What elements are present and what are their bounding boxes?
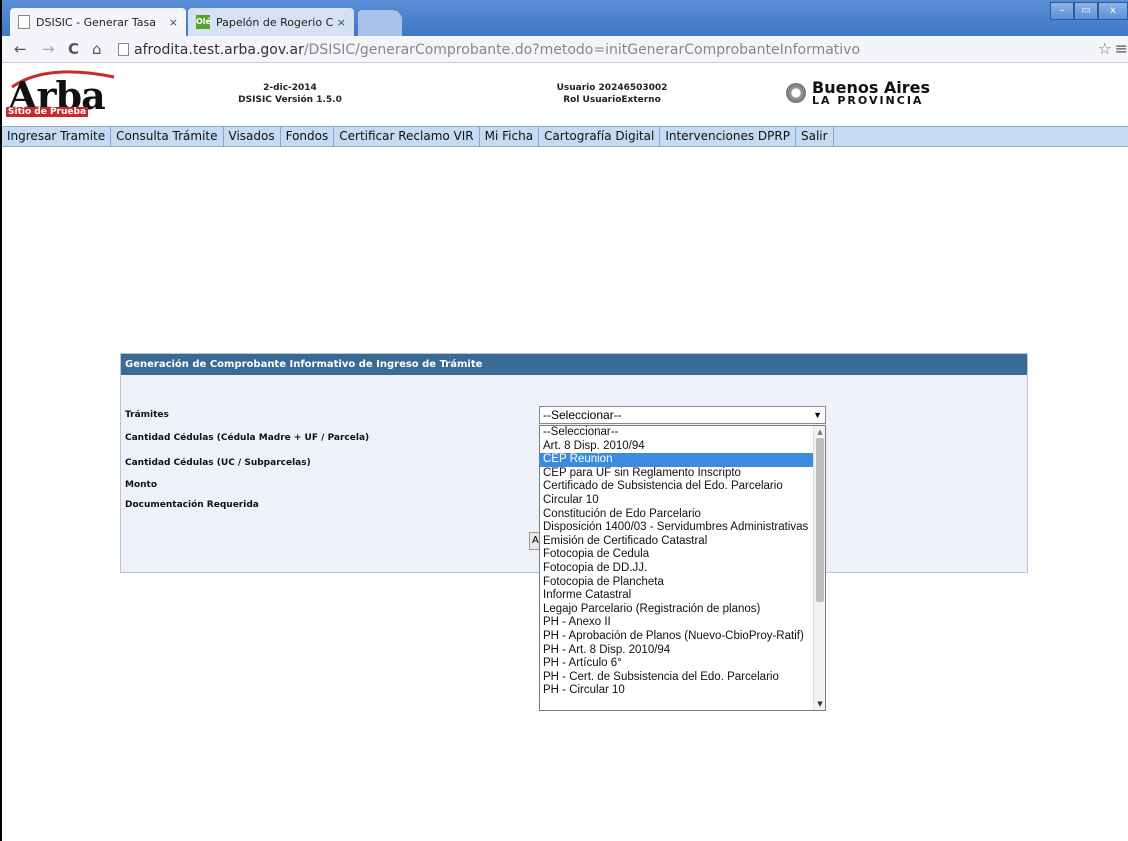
tab-title: DSISIC - Generar Tasa xyxy=(36,15,156,29)
address-bar[interactable]: afrodita.test.arba.gov.ar/DSISIC/generar… xyxy=(118,39,1078,60)
close-tab-icon[interactable]: × xyxy=(337,16,346,29)
window-controls: – ▭ x xyxy=(1050,2,1128,20)
dropdown-option[interactable]: Fotocopia de DD.JJ. xyxy=(540,562,814,576)
tab-ole[interactable]: Olé Papelón de Rogerio Ceni | Ol × xyxy=(188,8,354,36)
site-header: Arba Sitio de Prueba 2-dic-2014 DSISIC V… xyxy=(2,63,1128,126)
header-role: Rol UsuarioExterno xyxy=(563,95,661,105)
tramites-select[interactable]: --Seleccionar-- ▼ xyxy=(539,406,826,424)
header-version: DSISIC Versión 1.5.0 xyxy=(238,95,342,105)
option-list: --Seleccionar-- Art. 8 Disp. 2010/94 CEP R… xyxy=(540,426,814,698)
menu-icon[interactable]: ≡ xyxy=(1115,39,1128,58)
form-title: Generación de Comprobante Informativo de… xyxy=(121,354,1027,375)
header-date: 2-dic-2014 xyxy=(263,83,317,93)
dropdown-option[interactable]: PH - Aprobación de Planos (Nuevo-CbioPro… xyxy=(540,630,814,644)
menu-ingresar-tramite[interactable]: Ingresar Tramite xyxy=(2,127,112,146)
dropdown-scrollbar[interactable]: ▲ ▼ xyxy=(813,426,825,710)
menu-cartografia-digital[interactable]: Cartografía Digital xyxy=(539,127,661,146)
province-shield-icon xyxy=(786,83,806,103)
page-icon xyxy=(118,43,129,56)
scroll-up-icon[interactable]: ▲ xyxy=(814,426,825,438)
label-monto: Monto xyxy=(125,480,158,490)
label-tramites: Trámites xyxy=(125,410,169,420)
logo-subtitle: Sitio de Prueba xyxy=(6,107,89,117)
dropdown-option[interactable]: CEP Reunion xyxy=(540,453,814,467)
header-user: Usuario 20246503002 xyxy=(556,83,668,93)
menu-visados[interactable]: Visados xyxy=(224,127,281,146)
back-icon[interactable]: ← xyxy=(14,40,27,58)
province-subtitle: LA PROVINCIA xyxy=(812,94,924,107)
tab-title: Papelón de Rogerio Ceni | Ol xyxy=(216,15,333,29)
tramites-dropdown: --Seleccionar-- Art. 8 Disp. 2010/94 CEP R… xyxy=(539,425,826,711)
scroll-down-icon[interactable]: ▼ xyxy=(814,698,825,710)
menu-mi-ficha[interactable]: Mi Ficha xyxy=(480,127,540,146)
dropdown-option[interactable]: PH - Anexo II xyxy=(540,616,814,630)
label-documentacion: Documentación Requerida xyxy=(125,500,259,510)
header-user-info: Usuario 20246503002 Rol UsuarioExterno xyxy=(542,82,682,106)
dropdown-option[interactable]: PH - Artículo 6° xyxy=(540,657,814,671)
browser-window: DSISIC - Generar Tasa × Olé Papelón de R… xyxy=(0,0,1128,841)
bookmark-star-icon[interactable]: ☆ xyxy=(1098,39,1112,58)
dropdown-option[interactable]: PH - Art. 8 Disp. 2010/94 xyxy=(540,644,814,658)
dropdown-option[interactable]: Informe Catastral xyxy=(540,589,814,603)
label-cedulas-madre: Cantidad Cédulas (Cédula Madre + UF / Pa… xyxy=(125,433,370,443)
dropdown-option[interactable]: Emisión de Certificado Catastral xyxy=(540,535,814,549)
dropdown-option[interactable]: Fotocopia de Plancheta xyxy=(540,576,814,590)
forward-icon[interactable]: → xyxy=(42,40,55,58)
select-value: --Seleccionar-- xyxy=(543,408,622,422)
home-icon[interactable]: ⌂ xyxy=(92,40,102,58)
dropdown-option[interactable]: Disposición 1400/03 - Servidumbres Admin… xyxy=(540,521,814,535)
dropdown-option[interactable]: Fotocopia de Cedula xyxy=(540,548,814,562)
browser-toolbar: ← → C ⌂ afrodita.test.arba.gov.ar/DSISIC… xyxy=(2,36,1128,63)
dropdown-option[interactable]: PH - Cert. de Subsistencia del Edo. Parc… xyxy=(540,671,814,685)
new-tab-button[interactable] xyxy=(358,10,402,36)
buenos-aires-logo: Buenos Aires LA PROVINCIA xyxy=(786,80,930,106)
dropdown-option[interactable]: --Seleccionar-- xyxy=(540,426,814,440)
dropdown-option[interactable]: Circular 10 xyxy=(540,494,814,508)
dropdown-option[interactable]: CEP para UF sin Reglamento Inscripto xyxy=(540,467,814,481)
dropdown-option[interactable]: Legajo Parcelario (Registración de plano… xyxy=(540,603,814,617)
header-date-version: 2-dic-2014 DSISIC Versión 1.5.0 xyxy=(230,82,350,106)
url-path: /DSISIC/generarComprobante.do?metodo=ini… xyxy=(303,41,861,58)
tab-dsisic[interactable]: DSISIC - Generar Tasa × xyxy=(10,8,186,36)
reload-icon[interactable]: C xyxy=(68,40,79,58)
dropdown-option[interactable]: Certificado de Subsistencia del Edo. Par… xyxy=(540,480,814,494)
menu-fondos[interactable]: Fondos xyxy=(281,127,335,146)
ole-favicon-icon: Olé xyxy=(196,15,211,29)
url-host: afrodita.test.arba.gov.ar xyxy=(134,41,304,58)
close-tab-icon[interactable]: × xyxy=(169,16,178,29)
menu-certificar-reclamo-vir[interactable]: Certificar Reclamo VIR xyxy=(334,127,480,146)
menu-salir[interactable]: Salir xyxy=(796,127,834,146)
minimize-icon[interactable]: – xyxy=(1050,2,1074,20)
close-window-icon[interactable]: x xyxy=(1098,2,1128,20)
menu-consulta-tramite[interactable]: Consulta Trámite xyxy=(111,127,224,146)
menu-intervenciones-dprp[interactable]: Intervenciones DPRP xyxy=(660,127,796,146)
maximize-icon[interactable]: ▭ xyxy=(1074,2,1098,20)
page-icon xyxy=(18,15,30,29)
scroll-thumb[interactable] xyxy=(816,438,824,602)
province-name: Buenos Aires xyxy=(812,78,931,97)
label-cedulas-uc: Cantidad Cédulas (UC / Subparcelas) xyxy=(125,458,311,468)
arba-logo[interactable]: Arba Sitio de Prueba xyxy=(6,67,118,121)
title-bar: DSISIC - Generar Tasa × Olé Papelón de R… xyxy=(2,0,1128,36)
main-menu: Ingresar Tramite Consulta Trámite Visado… xyxy=(2,126,1128,147)
dropdown-option[interactable]: Art. 8 Disp. 2010/94 xyxy=(540,440,814,454)
dropdown-option[interactable]: Constitución de Edo Parcelario xyxy=(540,508,814,522)
dropdown-arrow-icon[interactable]: ▼ xyxy=(813,407,822,423)
dropdown-option[interactable]: PH - Circular 10 xyxy=(540,684,814,698)
